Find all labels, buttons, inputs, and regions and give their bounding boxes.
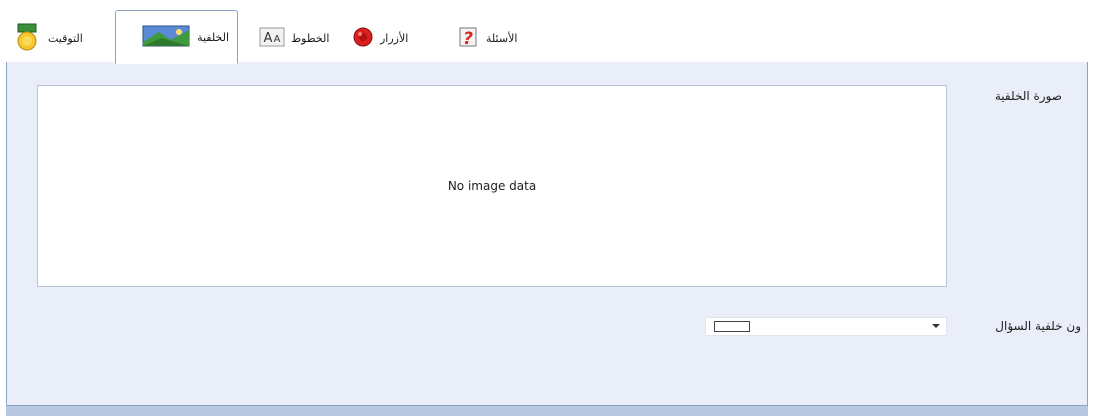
bottom-edge-bar (6, 405, 1088, 416)
svg-text:?: ? (463, 29, 473, 49)
settings-window: الأسئلة ? الأزرار الخطوط A A الخلفية الت… (0, 0, 1093, 419)
background-image-label: صورة الخلفية (994, 89, 1062, 103)
question-background-color-dropdown[interactable] (705, 317, 947, 336)
font-icon: A A (259, 27, 285, 50)
red-button-icon (352, 26, 374, 51)
timer-medal-icon (12, 22, 42, 55)
picture-icon (141, 24, 191, 51)
tab-buttons[interactable]: الأزرار (352, 18, 408, 58)
chevron-down-icon (932, 324, 940, 328)
svg-text:A: A (264, 31, 273, 46)
tab-timing[interactable]: التوقيت (12, 18, 83, 58)
tab-fonts[interactable]: الخطوط A A (259, 18, 329, 58)
tab-questions[interactable]: الأسئلة ? (456, 18, 517, 58)
question-background-label: ون خلفية السؤال (995, 319, 1081, 333)
tab-strip: الأسئلة ? الأزرار الخطوط A A الخلفية الت… (6, 6, 1088, 64)
background-settings-panel: صورة الخلفية No image data ون خلفية السؤ… (6, 62, 1088, 406)
svg-text:A: A (274, 34, 281, 45)
question-mark-icon: ? (456, 25, 480, 52)
tab-questions-label: الأسئلة (486, 31, 518, 45)
tab-fonts-label: الخطوط (291, 31, 330, 45)
tab-buttons-label: الأزرار (380, 31, 409, 45)
color-swatch (714, 321, 750, 332)
tab-timing-label: التوقيت (48, 31, 83, 45)
background-image-picker[interactable]: No image data (37, 85, 947, 287)
tab-background-label: الخلفية (197, 30, 229, 44)
tab-background[interactable]: الخلفية (115, 10, 238, 64)
no-image-text: No image data (447, 179, 537, 193)
